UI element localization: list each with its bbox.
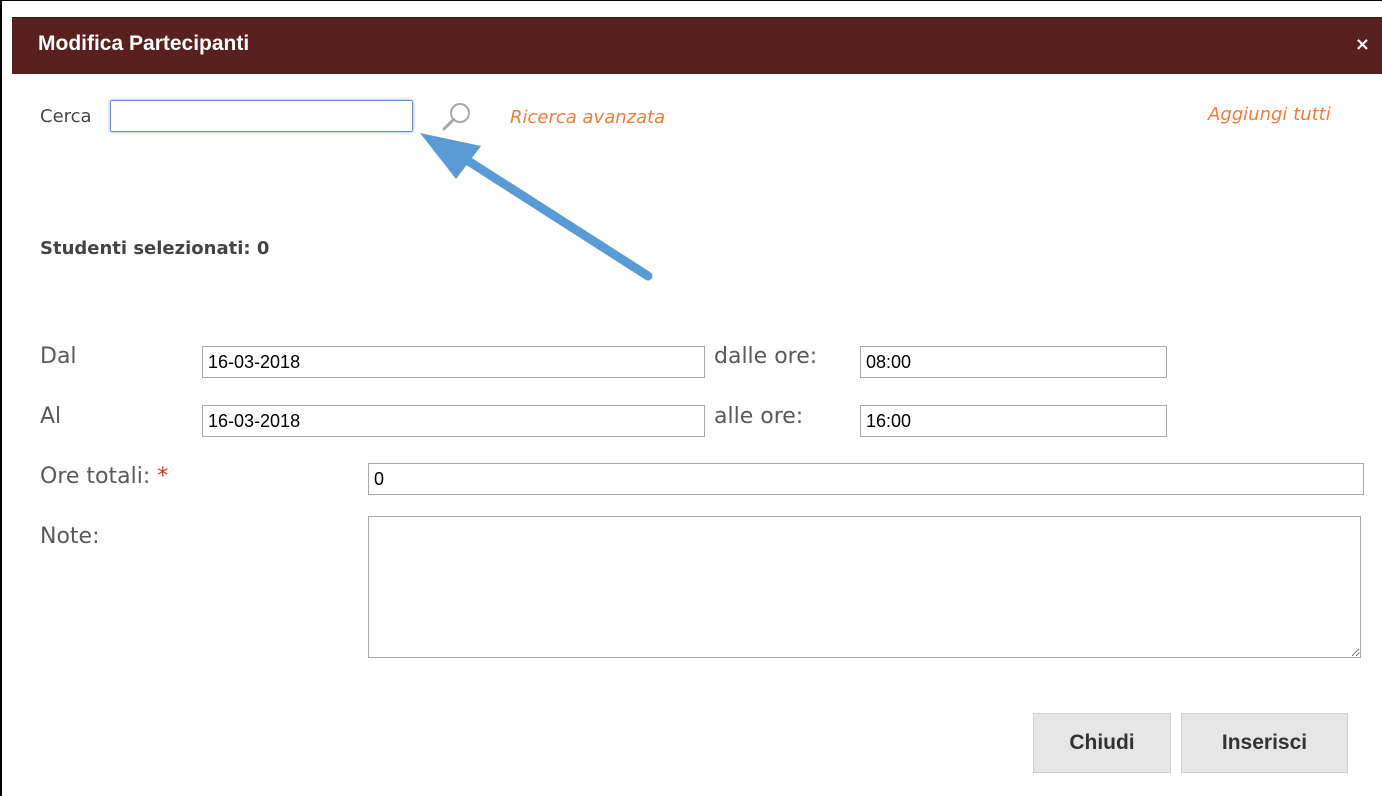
required-mark: * [157, 464, 169, 489]
from-date-input[interactable] [202, 346, 705, 378]
dialog-title: Modifica Partecipanti [38, 32, 250, 55]
from-time-label: dalle ore: [714, 344, 818, 369]
close-icon[interactable]: × [1355, 34, 1370, 55]
to-date-label: Al [40, 404, 62, 429]
search-input[interactable] [110, 100, 413, 132]
add-all-link[interactable]: Aggiungi tutti [1208, 104, 1331, 125]
dialog-titlebar: Modifica Partecipanti × [12, 17, 1382, 74]
from-time-input[interactable] [860, 346, 1167, 378]
search-icon[interactable] [438, 100, 474, 136]
notes-textarea[interactable] [368, 516, 1361, 658]
close-button[interactable]: Chiudi [1033, 713, 1171, 773]
total-hours-input[interactable] [368, 463, 1364, 495]
to-time-label: alle ore: [714, 404, 804, 429]
selected-students-count: Studenti selezionati: 0 [40, 238, 270, 259]
to-time-input[interactable] [860, 405, 1167, 437]
advanced-search-link[interactable]: Ricerca avanzata [510, 107, 665, 128]
search-label: Cerca [40, 106, 92, 127]
total-hours-label-text: Ore totali: [40, 464, 151, 489]
notes-label: Note: [40, 524, 100, 549]
from-date-label: Dal [40, 344, 77, 369]
insert-button[interactable]: Inserisci [1181, 713, 1348, 773]
total-hours-label: Ore totali: * [40, 464, 168, 489]
to-date-input[interactable] [202, 405, 705, 437]
